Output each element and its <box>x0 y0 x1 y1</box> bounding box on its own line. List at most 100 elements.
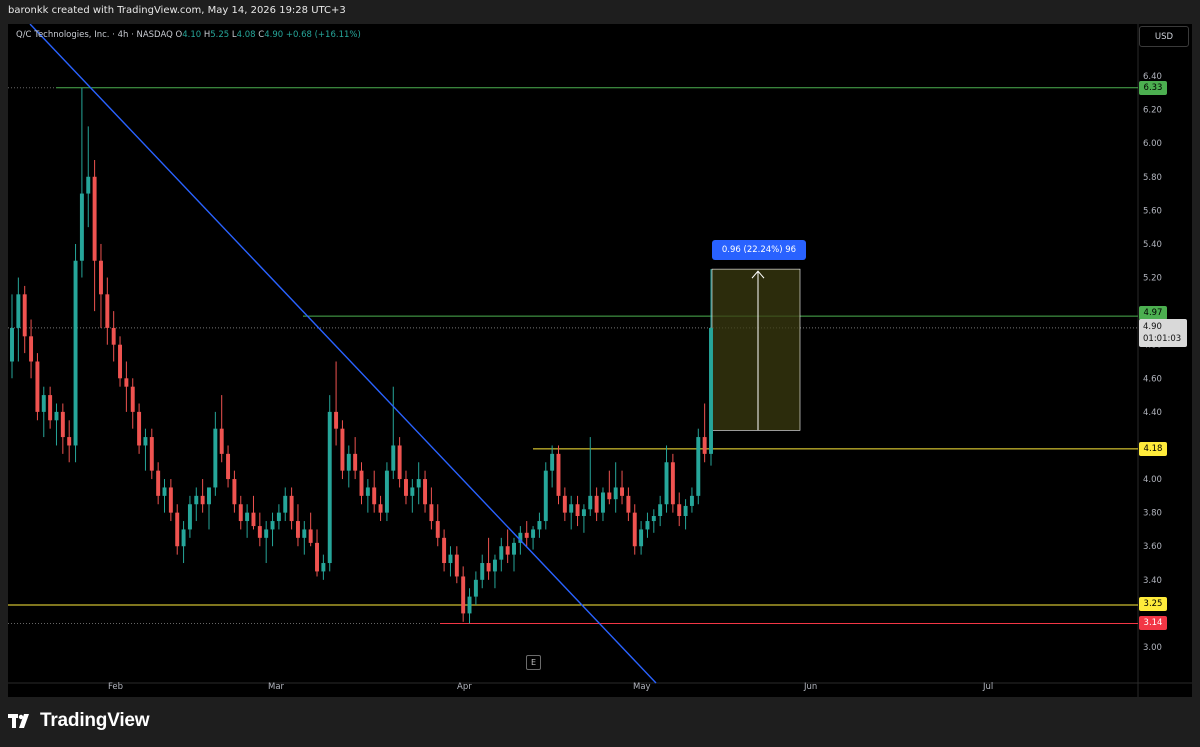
candle-body <box>73 260 78 446</box>
price-label-resistance: 4.97 <box>1139 306 1167 320</box>
candle-body <box>16 294 21 328</box>
y-tick-label: 5.20 <box>1143 274 1162 284</box>
tradingview-logo-icon <box>8 714 29 728</box>
price-label-high: 6.33 <box>1139 81 1167 95</box>
candle-body <box>340 428 345 471</box>
candle-body <box>353 453 358 471</box>
candle-body <box>118 344 122 379</box>
candle-body <box>416 479 421 488</box>
candle-body <box>391 445 396 471</box>
candle-body <box>531 529 536 538</box>
candle-body <box>473 579 478 597</box>
candle-body <box>41 395 46 412</box>
attribution-bar: baronkk created with TradingView.com, Ma… <box>0 0 1200 24</box>
candle-body <box>492 559 497 572</box>
candle-body <box>315 542 319 572</box>
candle-body <box>130 386 135 412</box>
candle-body <box>480 563 485 580</box>
price-label-breakout: 4.18 <box>1139 442 1167 456</box>
candle-body <box>683 505 688 517</box>
candle-body <box>397 445 402 480</box>
candle-body <box>251 512 256 527</box>
candle-body <box>505 546 510 555</box>
candle-body <box>702 437 707 454</box>
candle-body <box>327 411 332 564</box>
candle-body <box>384 470 389 513</box>
y-tick-label: 5.40 <box>1143 240 1162 250</box>
x-tick-label: Jul <box>982 682 993 692</box>
candle-body <box>410 487 415 496</box>
symbol-legend: Q/C Technologies, Inc. · 4h · NASDAQ O4.… <box>16 30 361 40</box>
candle-body <box>435 521 440 538</box>
candle-body <box>543 470 548 522</box>
price-label-support: 3.25 <box>1139 597 1167 611</box>
candle-body <box>524 532 529 538</box>
candle-body <box>181 529 186 547</box>
candle-body <box>677 504 682 517</box>
candle-body <box>429 504 434 522</box>
price-chart[interactable]: 6.406.206.005.805.605.405.204.804.604.40… <box>8 24 1192 697</box>
x-tick-label: Feb <box>108 682 123 692</box>
candle-body <box>537 521 542 530</box>
candle-body <box>594 495 599 513</box>
candle-body <box>639 529 644 547</box>
candle-body <box>613 487 618 500</box>
candle-body <box>264 529 269 538</box>
change-value: +0.68 (+16.11%) <box>285 30 361 40</box>
tradingview-logo[interactable]: TradingView <box>8 710 150 732</box>
candle-body <box>289 495 294 522</box>
bar-countdown: 01:01:03 <box>1143 334 1182 344</box>
candle-body <box>365 487 370 496</box>
price-label-low: 3.14 <box>1139 616 1167 630</box>
candle-body <box>295 521 300 538</box>
candle-body <box>54 411 59 421</box>
candle-body <box>556 453 561 496</box>
candle-body <box>187 504 192 530</box>
candle-body <box>359 470 364 496</box>
candle-body <box>98 260 103 295</box>
candle-body <box>620 487 625 496</box>
candle-body <box>607 492 612 500</box>
candle-body <box>162 487 167 496</box>
candle-body <box>499 546 504 560</box>
candle-body <box>207 487 211 505</box>
currency-button[interactable]: USD <box>1139 26 1189 47</box>
candle-body <box>588 495 593 510</box>
candle-body <box>334 411 339 429</box>
candle-body <box>60 411 65 438</box>
y-tick-label: 5.80 <box>1143 173 1162 183</box>
earnings-badge[interactable]: E <box>526 655 541 670</box>
candle-body <box>194 495 199 505</box>
attribution-text: baronkk created with TradingView.com, Ma… <box>8 5 346 16</box>
measure-tool-box <box>711 268 801 431</box>
candle-body <box>10 327 14 362</box>
candle-body <box>664 462 669 505</box>
candle-body <box>423 479 428 505</box>
candle-body <box>670 462 675 505</box>
x-tick-label: Mar <box>268 682 285 692</box>
candle-body <box>156 470 161 496</box>
candle-body <box>276 512 281 522</box>
y-tick-label: 4.40 <box>1143 408 1162 418</box>
descending-trendline <box>29 24 657 684</box>
symbol-info: Q/C Technologies, Inc. · 4h · NASDAQ <box>16 30 173 40</box>
y-tick-label: 5.60 <box>1143 206 1162 216</box>
candle-body <box>442 537 447 564</box>
chart-frame[interactable]: 6.406.206.005.805.605.405.204.804.604.40… <box>8 24 1192 697</box>
y-tick-label: 3.40 <box>1143 576 1162 586</box>
candle-body <box>67 437 72 446</box>
tradingview-wordmark: TradingView <box>40 710 150 731</box>
candle-body <box>283 495 288 513</box>
candle-body <box>48 395 53 421</box>
candle-body <box>92 176 97 261</box>
candle-body <box>111 327 116 345</box>
candle-body <box>245 512 250 522</box>
y-tick-label: 3.80 <box>1143 509 1162 519</box>
measure-tool-label[interactable]: 0.96 (22.24%) 96 <box>712 240 806 260</box>
candle-body <box>461 576 466 614</box>
y-tick-label: 4.00 <box>1143 475 1162 485</box>
candle-body <box>404 479 408 496</box>
candle-body <box>454 554 459 577</box>
candle-body <box>232 479 237 505</box>
candle-body <box>689 495 694 506</box>
